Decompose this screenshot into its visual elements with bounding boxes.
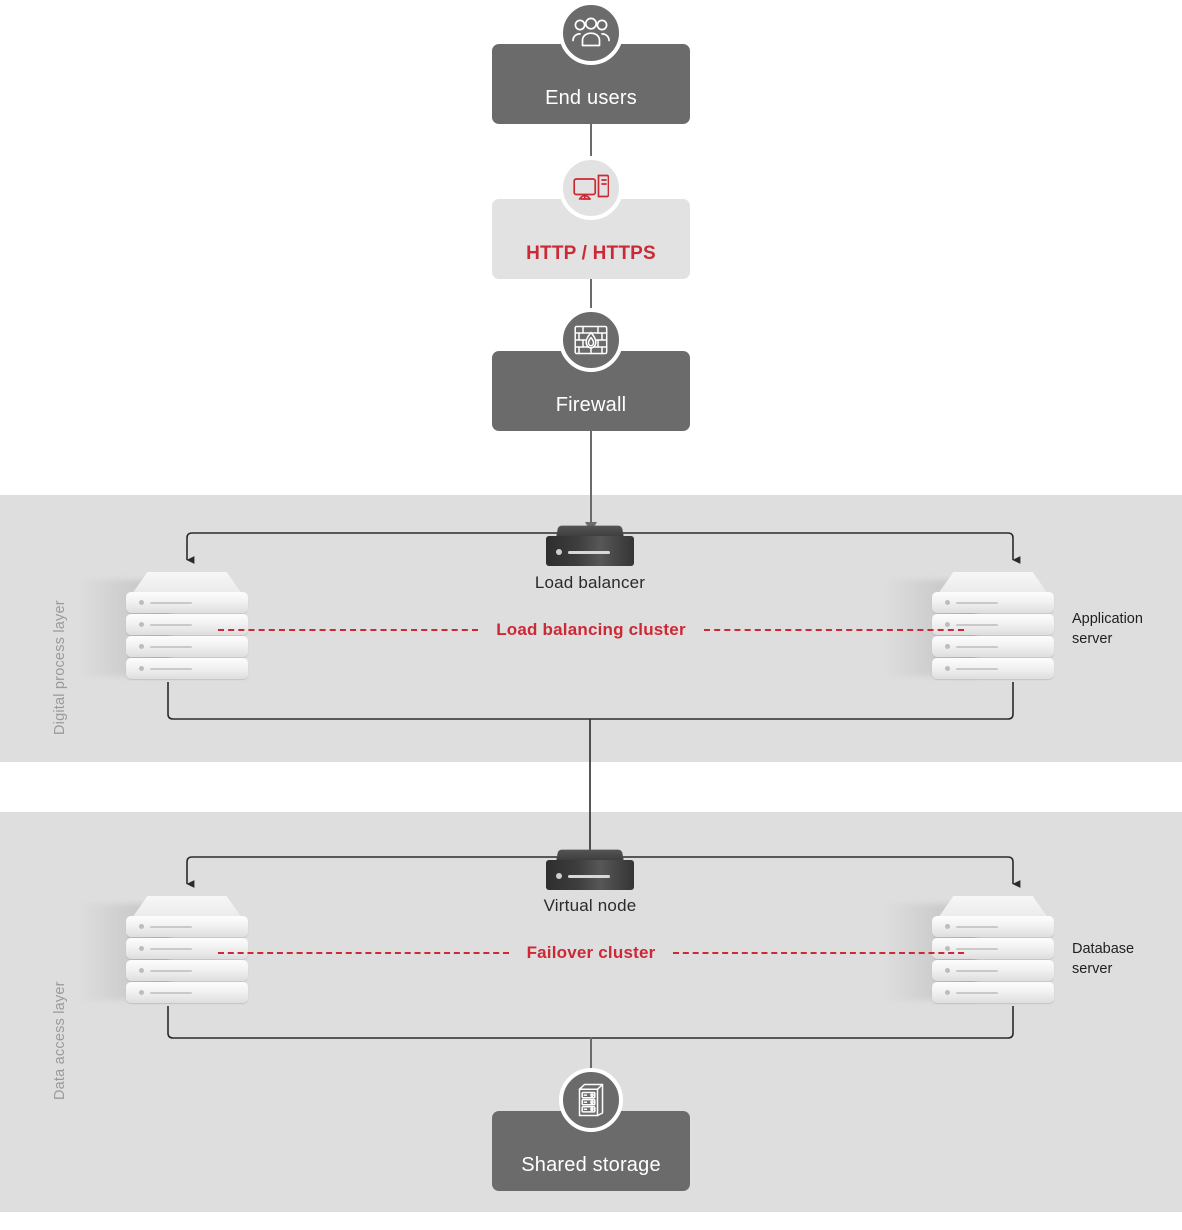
rack-unit [126, 658, 248, 679]
line-db-servers-bus [167, 1006, 1014, 1039]
line-app-servers-bus [167, 682, 1014, 720]
device-label-virtual-node: Virtual node [543, 896, 637, 915]
cluster-label: Load balancing cluster [496, 620, 686, 639]
node-label: HTTP / HTTPS [526, 243, 656, 264]
dashed-line-left [218, 952, 509, 954]
rack-unit [932, 982, 1054, 1003]
device-slot [568, 551, 610, 554]
line-lb-to-app-right [589, 532, 1021, 564]
firewall-icon [559, 308, 623, 372]
dashed-line-left [218, 629, 479, 631]
monitor-icon [559, 156, 623, 220]
node-firewall[interactable]: Firewall [492, 308, 690, 431]
cluster-failover: Failover cluster [0, 943, 1182, 963]
arrow-firewall-to-load-balancer [585, 431, 597, 532]
rack-unit [126, 916, 248, 937]
device-slot [568, 875, 610, 878]
node-label: Firewall [555, 394, 627, 416]
node-shared-storage[interactable]: Shared storage [492, 1068, 690, 1191]
dashed-line-right [673, 952, 964, 954]
line-vn-to-db-right [589, 856, 1021, 888]
rack-top [938, 572, 1048, 594]
node-http-https[interactable]: HTTP / HTTPS [492, 156, 690, 279]
node-end-users[interactable]: End users [492, 1, 690, 124]
node-label: End users [545, 87, 637, 109]
rack-unit [932, 960, 1054, 981]
rack-unit [932, 916, 1054, 937]
rack-unit [126, 592, 248, 613]
rack-top [132, 896, 242, 918]
rack-unit [932, 658, 1054, 679]
device-virtual-node[interactable] [546, 848, 634, 890]
device-load-balancer[interactable] [546, 524, 634, 566]
rack-unit [126, 982, 248, 1003]
rack-top [938, 896, 1048, 918]
rack-unit [932, 592, 1054, 613]
dashed-line-right [703, 629, 964, 631]
line-vn-to-db-left [186, 856, 591, 888]
device-label-load-balancer: Load balancer [534, 573, 646, 592]
cluster-load-balancing: Load balancing cluster [0, 620, 1182, 640]
device-led [556, 873, 562, 879]
line-lb-to-app-left [186, 532, 591, 564]
device-led [556, 549, 562, 555]
node-label: Shared storage [521, 1154, 661, 1176]
rack-top [132, 572, 242, 594]
cluster-label: Failover cluster [526, 943, 656, 962]
rack-unit [126, 960, 248, 981]
architecture-diagram: Digital process layer Data access layer [0, 0, 1182, 1230]
users-icon [559, 1, 623, 65]
storage-icon [559, 1068, 623, 1132]
